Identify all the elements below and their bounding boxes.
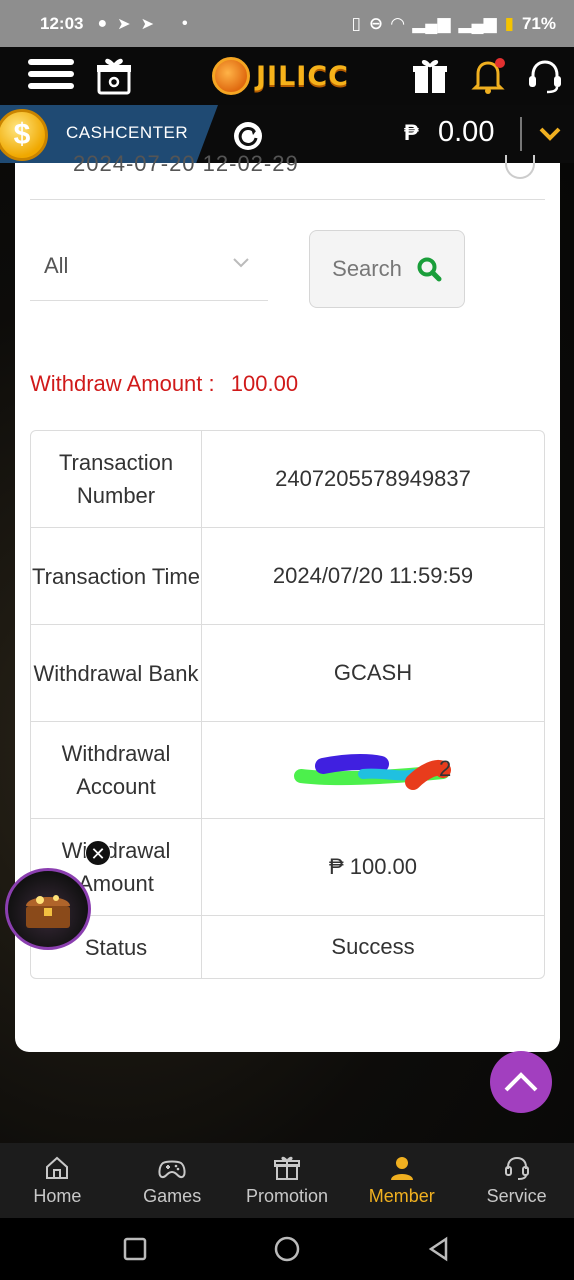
wifi-icon: ◠ — [391, 13, 405, 33]
nav-games[interactable]: Games — [115, 1143, 230, 1218]
gift-icon[interactable] — [412, 57, 448, 95]
table-row: Transaction Number 2407205578949837 — [31, 431, 544, 528]
treasure-chest-icon — [26, 895, 70, 928]
row-value: 2024/07/20 11:59:59 — [272, 563, 474, 588]
cash-center-label[interactable]: CASHCENTER — [66, 123, 188, 143]
date-range-partial[interactable]: 2024-07-20 12-02-29 — [73, 151, 299, 175]
nav-promotion[interactable]: Promotion — [230, 1143, 345, 1218]
battery-percent: 71% — [521, 13, 556, 33]
withdrawal-record-card: 2024-07-20 12-02-29 All Search Withdraw … — [15, 151, 560, 1052]
redaction-scribble: 2 — [293, 750, 453, 790]
row-label: Transaction Time — [31, 528, 202, 624]
withdraw-amount-value: 100.00 — [230, 371, 299, 396]
filter-selected-value: All — [44, 252, 69, 278]
recent-apps-icon[interactable] — [122, 1236, 148, 1262]
dot-icon: • — [181, 14, 188, 32]
table-row: Withdrawal Amount ₱ 100.00 — [31, 819, 544, 916]
menu-icon[interactable] — [28, 59, 74, 93]
telegram-icon: ➤ — [117, 15, 131, 33]
search-icon — [417, 257, 442, 282]
nav-label: Home — [33, 1186, 82, 1206]
back-icon[interactable] — [426, 1236, 452, 1262]
home-button-icon[interactable] — [273, 1235, 301, 1263]
app-header: JILICC — [0, 47, 574, 105]
gift-icon — [273, 1156, 300, 1180]
system-status-bar: 12:03 ● ➤ ➤ • ▯ ⊖ ◠ ▂▄▆ ▂▄▆ ▮ 71% — [0, 0, 574, 47]
telegram-icon-2: ➤ — [140, 15, 154, 33]
withdraw-amount-label: Withdraw Amount : — [30, 371, 215, 396]
chevron-up-icon — [504, 1072, 538, 1092]
status-value: Success — [331, 934, 415, 959]
balance-amount: 0.00 — [438, 116, 495, 148]
table-row: Status Success — [31, 916, 544, 978]
system-navigation-bar — [0, 1218, 574, 1280]
clock-icon[interactable] — [505, 155, 535, 179]
withdraw-amount-summary: Withdraw Amount : 100.00 — [30, 371, 298, 397]
table-row: Transaction Time 2024/07/20 11:59:59 — [31, 528, 544, 625]
row-value: GCASH — [333, 660, 413, 685]
row-label: Withdrawal Account — [31, 722, 202, 818]
chevron-down-icon — [233, 258, 249, 268]
nav-label: Member — [368, 1186, 435, 1206]
nav-home[interactable]: Home — [0, 1143, 115, 1218]
status-filter-select[interactable]: All — [30, 231, 268, 301]
home-icon — [46, 1156, 69, 1179]
nav-label: Games — [143, 1186, 202, 1206]
search-label: Search — [332, 256, 402, 281]
nav-label: Promotion — [245, 1186, 329, 1206]
search-button[interactable]: Search — [309, 230, 465, 308]
table-row: Withdrawal Bank GCASH — [31, 625, 544, 722]
vibrate-icon: ▯ — [351, 13, 361, 33]
row-label: Withdrawal Bank — [31, 625, 202, 721]
notification-bell-icon[interactable] — [470, 57, 506, 95]
transaction-details-table: Transaction Number 2407205578949837 Tran… — [30, 430, 545, 979]
logo-text: JILICC — [256, 60, 349, 92]
chevron-down-icon[interactable] — [538, 125, 562, 143]
nav-label: Service — [486, 1186, 547, 1206]
gamepad-icon — [158, 1160, 186, 1179]
refresh-icon[interactable] — [234, 122, 262, 150]
battery-icon: ▮ — [504, 13, 514, 33]
headset-icon — [504, 1156, 529, 1180]
scroll-to-top-button[interactable] — [490, 1051, 552, 1113]
signal-icon: ▂▄▆ — [412, 13, 451, 33]
row-value: 2407205578949837 — [275, 466, 471, 491]
message-icon: ● — [97, 14, 108, 32]
table-row: Withdrawal Account 2 — [31, 722, 544, 819]
nav-member[interactable]: Member — [344, 1143, 459, 1218]
row-value-redacted: 2 — [202, 722, 544, 818]
nav-service[interactable]: Service — [459, 1143, 574, 1218]
account-suffix: 2 — [439, 756, 452, 781]
dnd-icon: ⊖ — [368, 13, 384, 33]
customer-service-icon[interactable] — [526, 57, 564, 95]
signal-icon-2: ▂▄▆ — [458, 13, 497, 33]
currency-symbol: ₱ — [404, 120, 419, 145]
gift-box-icon[interactable] — [96, 55, 132, 95]
status-time: 12:03 — [40, 13, 84, 33]
row-value: ₱ 100.00 — [328, 854, 418, 879]
logo-mark — [212, 57, 250, 95]
row-label: Transaction Number — [31, 431, 202, 527]
brand-logo[interactable]: JILICC — [212, 56, 349, 96]
close-icon[interactable]: ✕ — [85, 840, 111, 866]
treasure-chest-button[interactable] — [5, 868, 91, 950]
member-icon — [390, 1157, 413, 1180]
bottom-navigation: Home Games Promotion Member Service — [0, 1143, 574, 1218]
